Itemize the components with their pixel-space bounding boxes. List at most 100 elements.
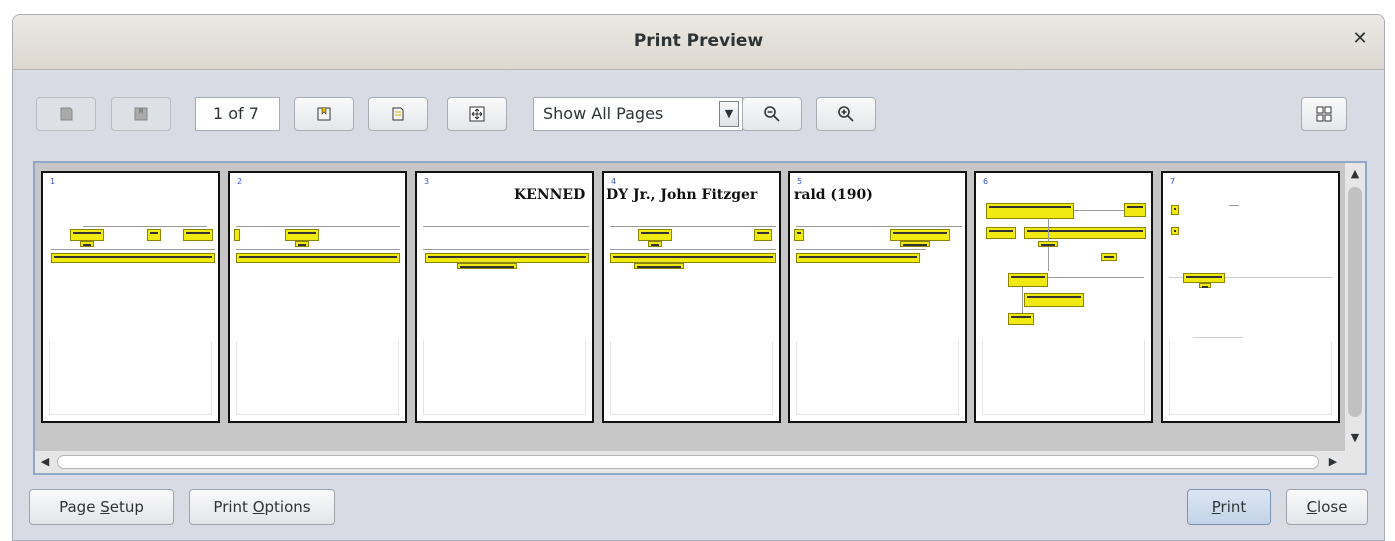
button-label: lose [1317, 498, 1348, 516]
person-box [1199, 283, 1211, 288]
person-box [1038, 241, 1058, 247]
page-number: 3 [424, 177, 430, 186]
children-row [796, 253, 920, 263]
button-label: etup [109, 498, 144, 516]
scroll-left-icon[interactable]: ◀ [35, 455, 55, 468]
zoom-out-icon [764, 106, 780, 122]
next-page-button[interactable] [294, 97, 354, 131]
page-number: 7 [1170, 177, 1176, 186]
tree-line [796, 226, 962, 227]
page-thumbnail-3[interactable]: 3 KENNED [415, 171, 594, 423]
page-number: 1 [50, 177, 56, 186]
page-frame [236, 341, 399, 415]
page-thumbnail-7[interactable]: 7 [1161, 171, 1340, 423]
scroll-down-icon[interactable]: ▼ [1345, 431, 1365, 444]
children-row [457, 263, 517, 269]
close-icon[interactable]: ✕ [1350, 29, 1370, 49]
page-number: 4 [611, 177, 617, 186]
tree-line [423, 249, 589, 250]
vertical-scroll-thumb[interactable] [1348, 187, 1362, 417]
person-box [80, 241, 94, 247]
person-box [1171, 205, 1179, 215]
page-thumbnail-2[interactable]: 2 [228, 171, 407, 423]
button-mnemonic: C [1306, 498, 1318, 516]
tree-line [423, 226, 589, 227]
pages-area: 1 2 3 KENNED 4 DY Jr., John Fitzger 5 ra… [35, 163, 1347, 451]
page-number-field[interactable]: 1 of 7 [195, 97, 280, 131]
first-page-icon [60, 107, 73, 121]
page-frame [610, 341, 773, 415]
view-mode-select[interactable]: Show All Pages ▼ [533, 97, 743, 131]
person-box [1024, 293, 1084, 307]
horizontal-scrollbar[interactable]: ◀ ▶ [35, 451, 1347, 473]
page-thumbnail-5[interactable]: 5 rald (190) [788, 171, 967, 423]
dialog-title: Print Preview [633, 31, 764, 51]
page-frame [1169, 341, 1332, 415]
page-thumbnail-6[interactable]: 6 [974, 171, 1153, 423]
scroll-up-icon[interactable]: ▲ [1345, 167, 1365, 180]
chevron-down-icon[interactable]: ▼ [719, 101, 739, 127]
fit-window-icon [469, 106, 485, 122]
previous-page-icon [134, 107, 148, 121]
zoom-out-button[interactable] [742, 97, 802, 131]
person-box [986, 203, 1074, 219]
page-heading: KENNED [514, 187, 586, 203]
person-box [1124, 203, 1146, 217]
person-box [900, 241, 930, 247]
last-page-button[interactable] [368, 97, 428, 131]
person-box [1171, 227, 1179, 235]
children-row [51, 253, 215, 263]
button-mnemonic: O [252, 498, 265, 516]
fit-to-window-button[interactable] [447, 97, 507, 131]
children-row [425, 253, 589, 263]
title-bar: Print Preview ✕ [13, 15, 1384, 70]
print-options-button[interactable]: Print Options [189, 489, 335, 525]
scroll-right-icon[interactable]: ▶ [1323, 455, 1343, 468]
print-button[interactable]: Print [1187, 489, 1271, 525]
button-label: rint [1220, 498, 1247, 516]
page-frame [796, 341, 959, 415]
page-number: 5 [797, 177, 803, 186]
tree-line [610, 226, 776, 227]
page-thumbnail-4[interactable]: 4 DY Jr., John Fitzger [602, 171, 781, 423]
first-page-button[interactable] [36, 97, 96, 131]
zoom-in-icon [838, 106, 854, 122]
page-thumbnail-1[interactable]: 1 [41, 171, 220, 423]
person-box [890, 229, 950, 241]
tree-line [236, 249, 400, 250]
zoom-in-button[interactable] [816, 97, 876, 131]
vertical-scrollbar[interactable]: ▲ ▼ [1345, 163, 1365, 451]
page-number: 6 [983, 177, 989, 186]
scroll-corner [1345, 451, 1365, 473]
person-box [986, 227, 1016, 239]
next-page-icon [317, 107, 331, 121]
tree-line [610, 249, 776, 250]
page-number: 2 [237, 177, 243, 186]
previous-page-button[interactable] [111, 97, 171, 131]
multi-page-view-button[interactable] [1301, 97, 1347, 131]
person-box [754, 229, 772, 241]
person-box [70, 229, 104, 241]
page-setup-button[interactable]: Page Setup [29, 489, 174, 525]
horizontal-scroll-thumb[interactable] [57, 455, 1319, 469]
children-row [610, 253, 776, 263]
person-box [1008, 313, 1034, 325]
person-box [147, 229, 161, 241]
person-box [1024, 227, 1146, 239]
person-box [1101, 253, 1117, 261]
button-label: Print [213, 498, 253, 516]
person-box [183, 229, 213, 241]
tree-line [1193, 337, 1243, 338]
tree-line [236, 226, 400, 227]
tree-line [83, 226, 207, 227]
person-box [794, 229, 804, 241]
button-label: Page [59, 498, 101, 516]
children-row [236, 253, 400, 263]
tree-line [51, 249, 215, 250]
tree-line [1074, 210, 1124, 211]
person-box [1008, 273, 1048, 287]
button-label: ptions [264, 498, 311, 516]
close-button[interactable]: Close [1286, 489, 1368, 525]
children-row [634, 263, 684, 269]
page-frame [423, 341, 586, 415]
